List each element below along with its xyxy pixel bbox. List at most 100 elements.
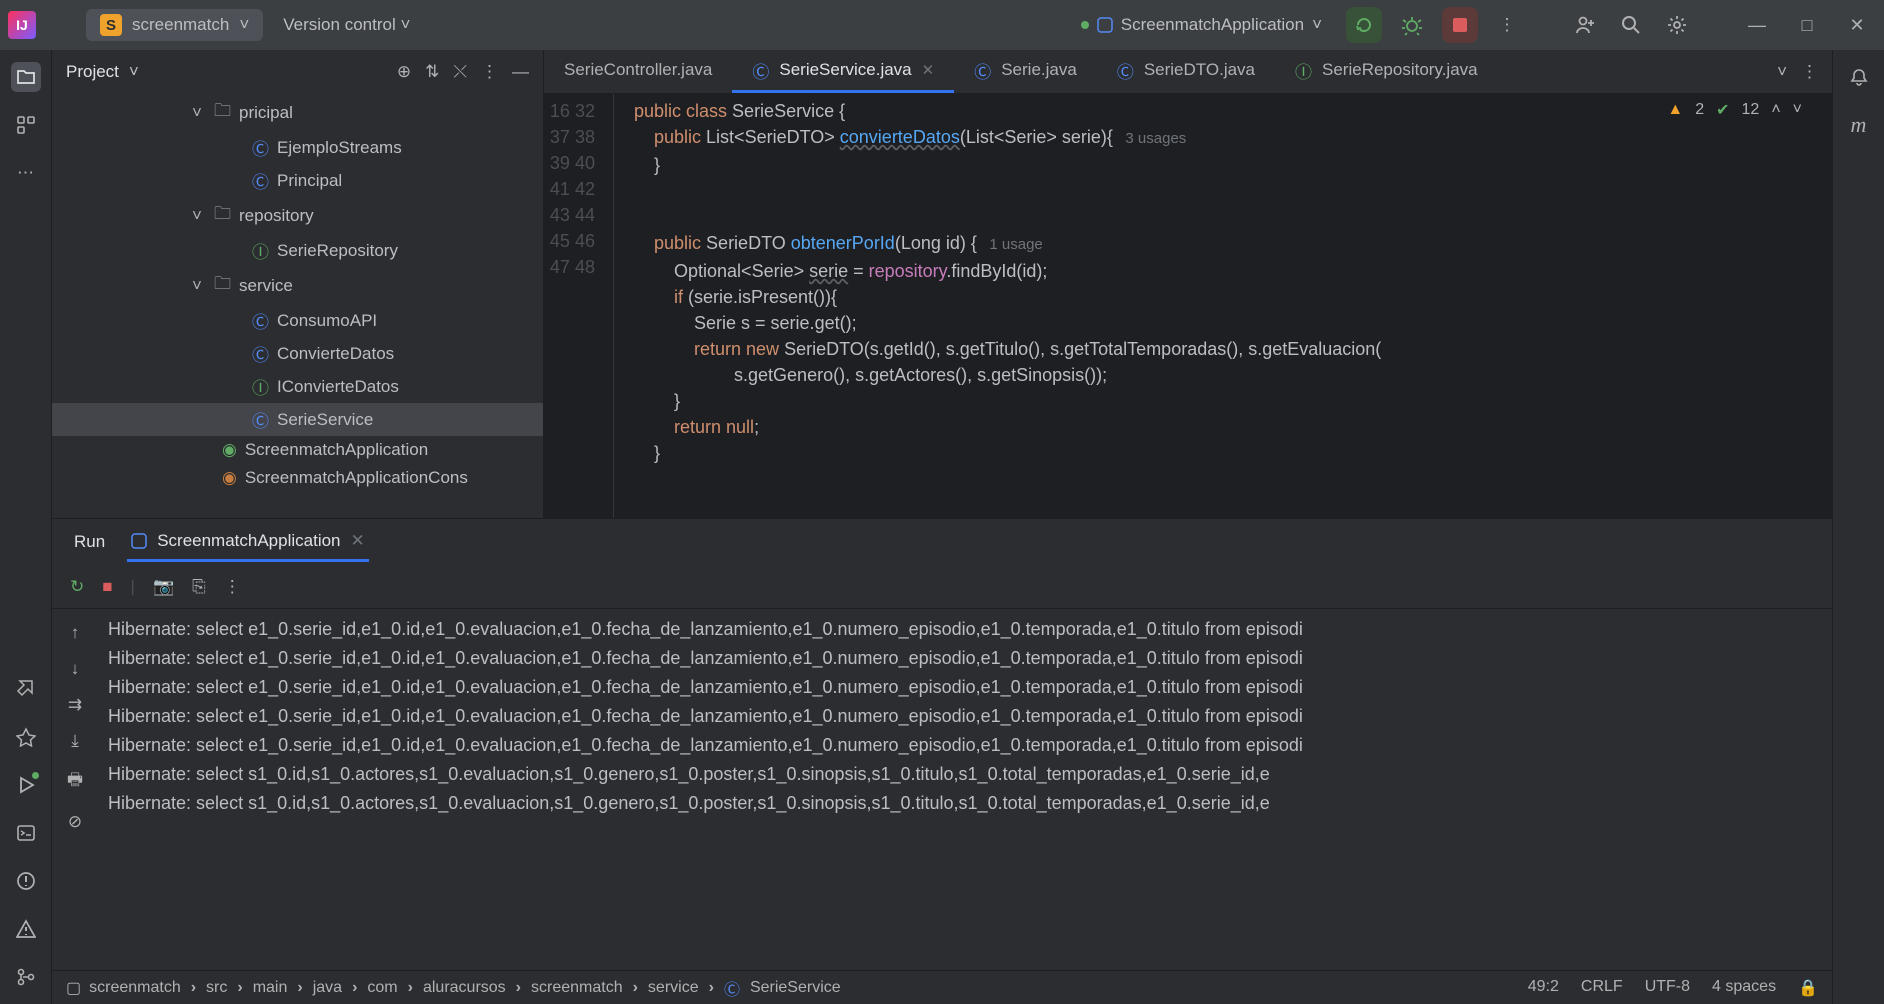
tree-file-serierepository[interactable]: ⒾSerieRepository	[52, 234, 543, 267]
scroll-down-button[interactable]: ↓	[71, 659, 80, 679]
close-tab-button[interactable]: ✕	[351, 531, 365, 551]
version-control-dropdown[interactable]: Version control ˅	[271, 10, 422, 40]
structure-tool-button[interactable]	[11, 110, 41, 140]
readonly-toggle[interactable]: 🔒	[1798, 978, 1818, 998]
chevron-down-icon: ˅	[1312, 15, 1322, 35]
tree-folder-service[interactable]: ˅🗀service	[52, 267, 543, 304]
tree-file-screenmatchapp[interactable]: ◉ScreenmatchApplication	[52, 436, 543, 464]
breadcrumb[interactable]: screenmatch src main java com aluracurso…	[89, 976, 841, 1000]
editor: SerieController.java ⒸSerieService.java✕…	[544, 50, 1832, 518]
warning-tool-button[interactable]	[11, 914, 41, 944]
tab-serieservice[interactable]: ⒸSerieService.java✕	[732, 50, 954, 93]
maven-button[interactable]: m	[1844, 110, 1874, 140]
tab-seriecontroller[interactable]: SerieController.java	[544, 50, 732, 93]
tree-file-serieservice[interactable]: ⒸSerieService	[52, 403, 543, 436]
main-area: ⋯ Project ˅ ⊕ ⇅ ⤬ ⋮	[0, 50, 1884, 1004]
file-encoding[interactable]: UTF-8	[1645, 978, 1690, 998]
next-highlight-button[interactable]: ˅	[1793, 101, 1802, 119]
class-icon: Ⓒ	[974, 58, 991, 83]
interface-icon: Ⓘ	[252, 238, 269, 263]
chevron-down-icon[interactable]: ˅	[129, 62, 139, 82]
code-with-me-button[interactable]	[1568, 8, 1602, 42]
clear-button[interactable]: ⊘	[68, 812, 82, 832]
tab-seriedto[interactable]: ⒸSerieDTO.java	[1097, 50, 1275, 93]
hide-panel-button[interactable]: —	[512, 62, 529, 82]
project-tree[interactable]: ˅🗀pricipal ⒸEjemploStreams ⒸPrincipal ˅🗀…	[52, 94, 543, 518]
rerun-button[interactable]	[1346, 7, 1382, 43]
debug-button[interactable]	[1394, 7, 1430, 43]
soft-wrap-button[interactable]: ⇉	[68, 695, 82, 715]
tree-folder-repository[interactable]: ˅🗀repository	[52, 197, 543, 234]
more-tools-button[interactable]: ⋯	[11, 158, 41, 188]
prev-highlight-button[interactable]: ˄	[1771, 101, 1780, 119]
folder-icon: 🗀	[214, 98, 231, 127]
run-toolbar: ↻ ■ | 📷 ⎘ ⋮	[52, 565, 1832, 609]
run-tool-button[interactable]	[11, 770, 41, 800]
tree-folder-principal[interactable]: ˅🗀pricipal	[52, 94, 543, 131]
tab-list-button[interactable]: ˅	[1777, 62, 1787, 82]
right-tool-rail: m	[1832, 50, 1884, 1004]
run-configuration-selector[interactable]: ScreenmatchApplication ˅	[1069, 11, 1334, 39]
warning-icon: ▲	[1667, 101, 1683, 119]
running-indicator-icon	[1081, 21, 1089, 29]
exit-button[interactable]: ⎘	[192, 577, 206, 597]
more-actions-button[interactable]: ⋮	[1490, 8, 1524, 42]
run-class-icon: ◉	[222, 468, 237, 488]
close-button[interactable]: ✕	[1838, 8, 1876, 42]
indent-config[interactable]: 4 spaces	[1712, 978, 1776, 998]
search-button[interactable]	[1614, 8, 1648, 42]
spring-icon	[1097, 17, 1113, 33]
inspection-widget[interactable]: ▲2 ✔12 ˄ ˅	[1667, 100, 1802, 120]
tree-file-principal[interactable]: ⒸPrincipal	[52, 164, 543, 197]
tab-serie[interactable]: ⒸSerie.java	[954, 50, 1097, 93]
build-tool-button[interactable]	[11, 674, 41, 704]
notifications-button[interactable]	[1844, 62, 1874, 92]
print-button[interactable]: 🖶	[67, 767, 83, 796]
more-button[interactable]: ⋮	[224, 577, 241, 597]
stop-button[interactable]	[1442, 7, 1478, 43]
bookmarks-tool-button[interactable]	[11, 722, 41, 752]
code-editor[interactable]: ▲2 ✔12 ˄ ˅ 16 32 37 38 39 40 41 42 43 44…	[544, 94, 1832, 518]
minimize-button[interactable]: —	[1738, 8, 1776, 42]
select-opened-file-button[interactable]: ⊕	[397, 62, 411, 82]
collapse-all-button[interactable]: ⤬	[453, 62, 467, 82]
settings-button[interactable]	[1660, 8, 1694, 42]
scroll-to-end-button[interactable]: ⤓	[71, 731, 79, 751]
panel-options-button[interactable]: ⋮	[481, 62, 498, 82]
rerun-button[interactable]: ↻	[70, 577, 84, 597]
project-selector[interactable]: S screenmatch ˅	[86, 9, 263, 41]
screenshot-button[interactable]: 📷	[153, 577, 174, 597]
tab-options-button[interactable]: ⋮	[1801, 62, 1818, 82]
gear-icon	[1666, 14, 1688, 36]
tab-serierepository[interactable]: ⒾSerieRepository.java	[1275, 50, 1498, 93]
statusbar: ▢ screenmatch src main java com aluracur…	[52, 970, 1832, 1004]
menu-button[interactable]	[44, 8, 78, 42]
console-output[interactable]: Hibernate: select e1_0.serie_id,e1_0.id,…	[98, 609, 1832, 970]
problems-tool-button[interactable]	[11, 866, 41, 896]
class-icon: Ⓒ	[724, 976, 740, 1000]
stop-button[interactable]: ■	[102, 577, 112, 597]
scroll-up-button[interactable]: ↑	[71, 623, 80, 643]
expand-all-button[interactable]: ⇅	[425, 62, 439, 82]
caret-position[interactable]: 49:2	[1528, 978, 1559, 998]
tree-file-conviertedatos[interactable]: ⒸConvierteDatos	[52, 337, 543, 370]
run-tab-app[interactable]: ScreenmatchApplication ✕	[127, 523, 369, 562]
run-label: Run	[70, 524, 109, 560]
tree-file-ejemplostreams[interactable]: ⒸEjemploStreams	[52, 131, 543, 164]
class-icon: Ⓒ	[252, 341, 269, 366]
run-tool-window: Run ScreenmatchApplication ✕ ↻ ■ | 📷 ⎘ ⋮…	[52, 518, 1832, 970]
tree-file-screenmatchappconsole[interactable]: ◉ScreenmatchApplicationCons	[52, 464, 543, 492]
close-tab-button[interactable]: ✕	[922, 61, 935, 79]
project-tool-button[interactable]	[11, 62, 41, 92]
project-badge: S	[100, 14, 122, 36]
git-tool-button[interactable]	[11, 962, 41, 992]
terminal-tool-button[interactable]	[11, 818, 41, 848]
maximize-button[interactable]: □	[1788, 8, 1826, 42]
tree-file-iconviertedatos[interactable]: ⒾIConvierteDatos	[52, 370, 543, 403]
bug-icon	[1401, 14, 1423, 36]
gutter: 16 32 37 38 39 40 41 42 43 44 45 46 47 4…	[544, 94, 614, 518]
tree-file-consumoapi[interactable]: ⒸConsumoAPI	[52, 304, 543, 337]
code-content[interactable]: public class SerieService { public List<…	[614, 94, 1832, 518]
class-icon: Ⓒ	[252, 135, 269, 160]
line-separator[interactable]: CRLF	[1581, 978, 1623, 998]
